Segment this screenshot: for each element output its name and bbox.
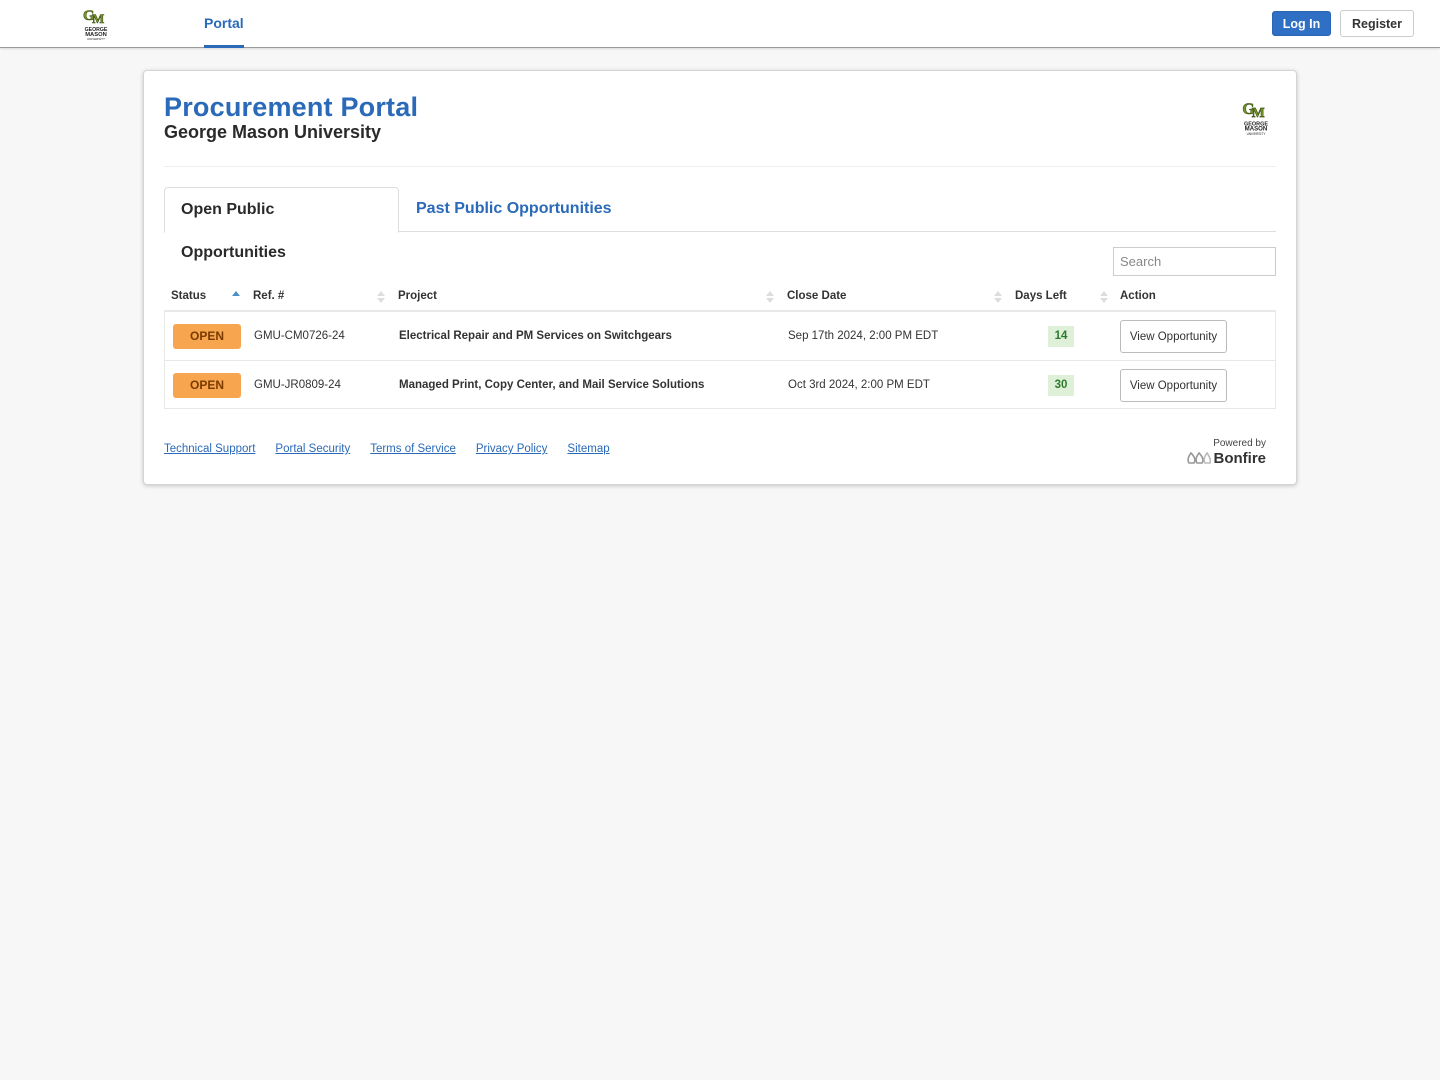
table-header: Status Ref. # Project Close Date Days Le… (164, 282, 1276, 312)
footer-link-technical-support[interactable]: Technical Support (164, 443, 255, 455)
opportunity-tabs: Open Public Opportunities Past Public Op… (164, 187, 1276, 261)
view-opportunity-button[interactable]: View Opportunity (1120, 320, 1227, 353)
sort-asc-icon[interactable] (232, 290, 240, 304)
sort-icon[interactable] (377, 290, 385, 304)
footer-link-terms-of-service[interactable]: Terms of Service (370, 443, 456, 455)
view-opportunity-button[interactable]: View Opportunity (1120, 369, 1227, 402)
opportunities-table: OPEN GMU-CM0726-24 Electrical Repair and… (164, 312, 1276, 409)
bonfire-brand[interactable]: Bonfire (1186, 449, 1267, 467)
gmu-logo-icon: G M GEORGE MASON UNIVERSITY (1242, 100, 1268, 136)
top-navbar: G M GEORGE MASON UNIVERSITY Portal Log I… (0, 0, 1440, 48)
ref-number: GMU-JR0809-24 (254, 379, 341, 391)
main-card: Procurement Portal George Mason Universi… (143, 70, 1297, 485)
column-header-ref[interactable]: Ref. # (253, 282, 284, 310)
register-button[interactable]: Register (1340, 10, 1414, 37)
table-row: OPEN GMU-CM0726-24 Electrical Repair and… (165, 312, 1275, 360)
footer-link-sitemap[interactable]: Sitemap (567, 443, 609, 455)
footer-links: Technical Support Portal Security Terms of… (164, 443, 630, 455)
nav-portal[interactable]: Portal (204, 0, 244, 48)
footer-link-privacy-policy[interactable]: Privacy Policy (476, 443, 548, 455)
tab-past-opportunities[interactable]: Past Public Opportunities (400, 187, 628, 232)
svg-text:UNIVERSITY: UNIVERSITY (1247, 132, 1267, 136)
svg-text:M: M (92, 11, 104, 26)
svg-text:UNIVERSITY: UNIVERSITY (87, 37, 105, 41)
days-left-badge: 30 (1048, 375, 1074, 396)
ref-number: GMU-CM0726-24 (254, 330, 345, 342)
login-button[interactable]: Log In (1272, 11, 1331, 36)
project-name: Electrical Repair and PM Services on Swi… (399, 330, 672, 342)
column-header-days-left[interactable]: Days Left (1015, 282, 1067, 310)
project-name: Managed Print, Copy Center, and Mail Ser… (399, 379, 705, 391)
tab-open-opportunities[interactable]: Open Public Opportunities (164, 187, 399, 261)
column-header-status[interactable]: Status (171, 282, 206, 310)
footer-link-portal-security[interactable]: Portal Security (275, 443, 350, 455)
table-row: OPEN GMU-JR0809-24 Managed Print, Copy C… (165, 360, 1275, 408)
divider (164, 166, 1276, 167)
days-left-badge: 14 (1048, 326, 1074, 347)
close-date: Oct 3rd 2024, 2:00 PM EDT (788, 379, 930, 391)
status-badge: OPEN (173, 373, 241, 398)
column-header-close-date[interactable]: Close Date (787, 282, 846, 310)
bonfire-wordmark: Bonfire (1213, 449, 1267, 467)
svg-text:M: M (1252, 105, 1265, 120)
column-header-action: Action (1120, 290, 1156, 302)
sort-icon[interactable] (766, 290, 774, 304)
status-badge: OPEN (173, 324, 241, 349)
page-title: Procurement Portal (164, 92, 419, 122)
bonfire-logo-icon (1186, 452, 1211, 464)
search-input[interactable] (1113, 247, 1276, 276)
gmu-logo-icon[interactable]: G M GEORGE MASON UNIVERSITY (80, 5, 112, 43)
column-header-project[interactable]: Project (398, 282, 437, 310)
sort-icon[interactable] (1100, 290, 1108, 304)
sort-icon[interactable] (994, 290, 1002, 304)
close-date: Sep 17th 2024, 2:00 PM EDT (788, 330, 939, 342)
powered-by-label: Powered by (1213, 438, 1266, 449)
page-subtitle: George Mason University (164, 122, 382, 142)
